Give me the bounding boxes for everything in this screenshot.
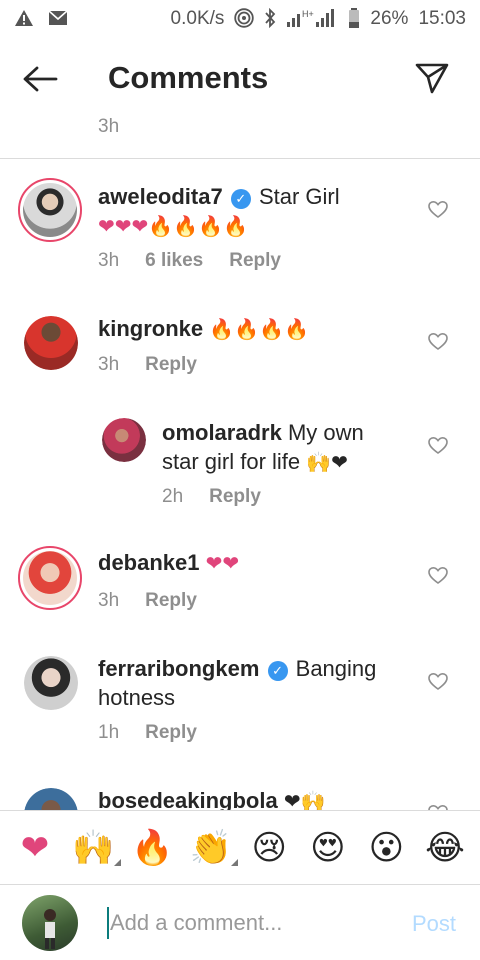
emoji-laughing-button[interactable]: 😂 [422,828,468,868]
verified-badge-icon: ✓ [267,661,288,681]
comment-time: 1h [98,722,120,743]
avatar-image [23,551,77,605]
like-heart-icon[interactable] [428,436,448,456]
comment-body: ferraribongkem ✓ Banging hotness [98,654,418,712]
comment-text-line2: star girl for life [162,449,301,474]
post-button[interactable]: Post [412,911,456,937]
avatar-image [102,418,146,462]
emoji-crying-button[interactable]: 😢 [246,828,292,868]
username[interactable]: kingronke [98,316,203,341]
reply-button[interactable]: Reply [145,590,197,612]
like-heart-icon[interactable] [428,566,448,586]
quick-emoji-bar: ❤ 🙌 🔥 👏 😢 😍 😮 😂 [0,812,480,884]
back-button[interactable] [22,62,62,96]
emoji-raised-hands-button[interactable]: 🙌 [71,828,121,868]
username[interactable]: bosedeakingbola [98,788,278,810]
avatar-image [23,183,77,237]
emoji-surprised-button[interactable]: 😮 [363,828,409,868]
status-bar: 0.0K/s H+ 26% 15:03 [0,0,480,38]
avatar-image [24,316,78,370]
text-cursor [107,907,109,939]
comment-item: bosedeakingbola ❤🙌 [0,784,480,810]
own-avatar [22,895,78,951]
emoji-clap: 👏 [189,829,232,867]
back-arrow-icon [23,66,58,92]
skin-tone-indicator-icon [230,859,238,866]
skin-tone-indicator-icon [113,859,121,866]
paper-plane-icon [415,63,449,94]
comment-body: aweleodita7 ✓ Star Girl ❤❤❤🔥🔥🔥🔥 [98,182,418,242]
comment-body: bosedeakingbola ❤🙌 [98,786,418,810]
comment-emoji: 🔥🔥🔥🔥 [209,319,309,341]
comment-text: My own [287,420,364,445]
emoji-heart-button[interactable]: ❤ [12,828,58,868]
battery-icon [348,7,360,31]
avatar[interactable] [24,788,78,810]
likes-count[interactable]: 6 likes [145,250,203,272]
page-title: Comments [108,60,269,95]
person-icon [44,909,56,949]
like-heart-icon[interactable] [428,200,448,220]
comment-meta: 1h Reply [98,722,197,744]
avatar-image [24,788,78,810]
like-heart-icon[interactable] [428,672,448,692]
comment-body: debanke1 ❤❤ [98,548,418,579]
comment-meta: 3h Reply [98,354,197,376]
header: Comments [0,38,480,120]
comment-time: 3h [98,354,120,375]
username[interactable]: debanke1 [98,550,200,575]
comment-meta: 2h Reply [162,486,261,508]
like-heart-icon[interactable] [428,332,448,352]
avatar[interactable] [18,546,82,610]
direct-message-button[interactable] [414,60,452,98]
comment-emoji: 🙌❤ [306,452,348,474]
comment-input[interactable] [110,907,380,939]
battery-level: 26% [370,8,409,29]
network-type: H+ [302,9,314,19]
warning-icon [14,9,34,30]
username[interactable]: omolaradrk [162,420,282,445]
bluetooth-icon [264,7,276,31]
reply-button[interactable]: Reply [145,722,197,744]
avatar-image [24,656,78,710]
hotspot-icon [234,7,255,31]
avatar[interactable] [24,656,78,710]
divider [0,158,480,159]
mail-icon [48,9,68,29]
comment-emoji: ❤❤❤🔥🔥🔥🔥 [98,216,248,238]
comment-text: Banging [295,656,377,681]
reply-button[interactable]: Reply [209,486,261,508]
emoji-raised-hands: 🙌 [72,829,115,867]
avatar[interactable] [24,316,78,370]
comment-time: 3h [98,590,120,611]
avatar[interactable] [18,178,82,242]
comment-text-line2: hotness [98,685,176,710]
emoji-fire-button[interactable]: 🔥 [129,828,175,868]
comment-emoji: ❤❤ [205,553,240,575]
caption-timestamp: 3h [98,116,120,137]
clock: 15:03 [418,8,466,29]
emoji-clap-button[interactable]: 👏 [188,828,238,868]
comment-body: kingronke 🔥🔥🔥🔥 [98,314,418,345]
comment-body: omolaradrk My own star girl for life 🙌❤ [162,418,402,478]
comment-meta: 3h Reply [98,590,197,612]
username[interactable]: aweleodita7 [98,184,223,209]
network-speed: 0.0K/s [170,8,225,29]
comment-emoji: ❤🙌 [283,791,326,810]
comment-composer: Post [0,885,480,960]
signal-icon: H+ [286,8,338,31]
avatar[interactable] [102,418,146,462]
reply-button[interactable]: Reply [229,250,281,272]
divider [0,810,480,811]
reply-button[interactable]: Reply [145,354,197,376]
comment-time: 2h [162,486,184,507]
comment-time: 3h [98,250,120,271]
emoji-heart-eyes-button[interactable]: 😍 [305,828,351,868]
comment-meta: 3h 6 likes Reply [98,250,281,272]
comment-text: Star Girl [258,184,340,209]
verified-badge-icon: ✓ [230,189,251,209]
username[interactable]: ferraribongkem [98,656,259,681]
